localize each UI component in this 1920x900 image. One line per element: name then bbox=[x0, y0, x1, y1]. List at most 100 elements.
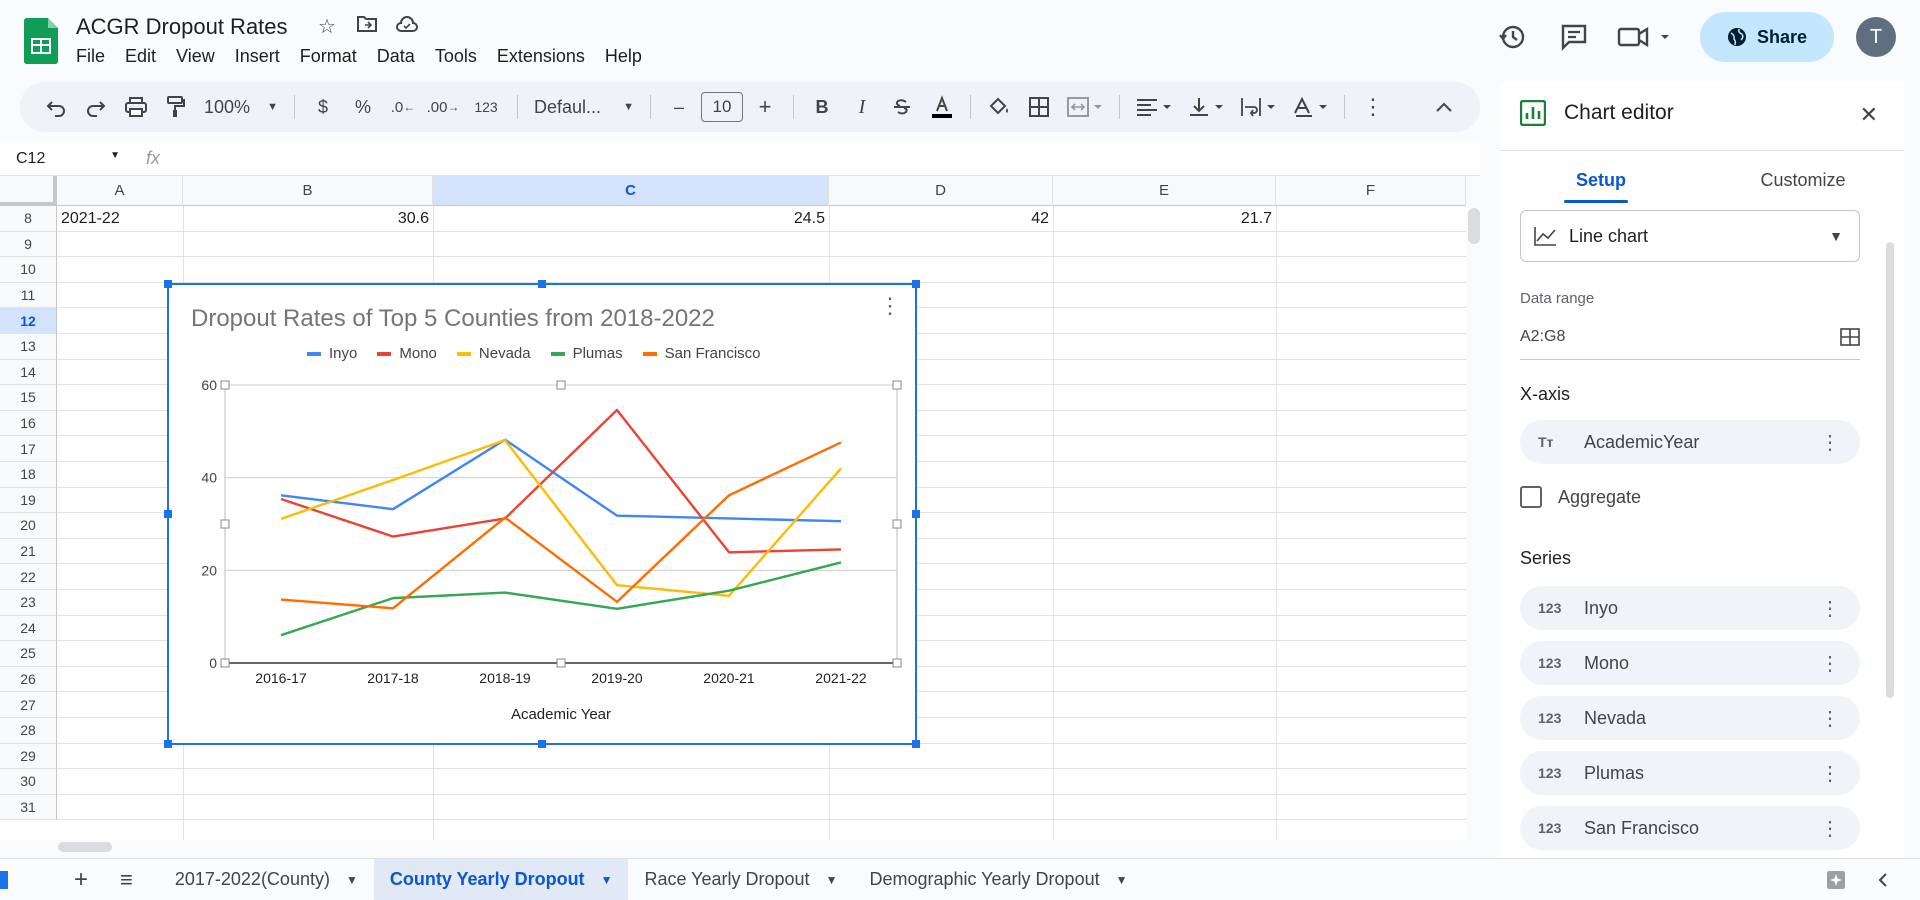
plot-resize-handle[interactable] bbox=[892, 380, 902, 390]
increase-decimal-button[interactable]: .00 → bbox=[425, 89, 461, 125]
menu-data[interactable]: Data bbox=[377, 46, 415, 67]
vertical-scrollbar[interactable] bbox=[1468, 208, 1480, 244]
row-header-26[interactable]: 26 bbox=[0, 666, 57, 693]
series-item-mono[interactable]: 123 Mono ⋮ bbox=[1520, 641, 1860, 685]
share-button[interactable]: Share bbox=[1700, 12, 1834, 62]
select-all-corner[interactable] bbox=[0, 176, 57, 206]
text-rotation-icon[interactable] bbox=[1286, 89, 1334, 125]
font-select[interactable]: Defaul... ▼ bbox=[528, 89, 640, 125]
row-header-9[interactable]: 9 bbox=[0, 231, 57, 258]
plot-resize-handle[interactable] bbox=[892, 519, 902, 529]
grid-select-icon[interactable] bbox=[1840, 328, 1860, 346]
explore-icon[interactable] bbox=[1810, 859, 1862, 900]
data-range-input[interactable]: A2:G8 bbox=[1520, 328, 1860, 360]
plot-resize-handle[interactable] bbox=[556, 380, 566, 390]
decrease-font-size-button[interactable]: – bbox=[661, 89, 697, 125]
row-header-25[interactable]: 25 bbox=[0, 641, 57, 667]
series-item-inyo[interactable]: 123 Inyo ⋮ bbox=[1520, 586, 1860, 630]
sheet-tab-demographic-yearly-dropout[interactable]: Demographic Yearly Dropout ▼ bbox=[853, 859, 1143, 900]
menu-file[interactable]: File bbox=[76, 46, 105, 67]
row-header-29[interactable]: 29 bbox=[0, 743, 57, 770]
row-header-15[interactable]: 15 bbox=[0, 385, 57, 411]
more-options-icon[interactable]: ⋮ bbox=[1820, 706, 1840, 731]
horizontal-scrollbar[interactable] bbox=[58, 842, 112, 852]
all-sheets-icon[interactable]: ≡ bbox=[104, 859, 149, 900]
more-options-icon[interactable]: ⋮ bbox=[1820, 761, 1840, 786]
row-header-23[interactable]: 23 bbox=[0, 590, 57, 616]
menu-insert[interactable]: Insert bbox=[235, 46, 280, 67]
menu-tools[interactable]: Tools bbox=[435, 46, 477, 67]
plot-resize-handle[interactable] bbox=[220, 658, 230, 668]
tab-customize[interactable]: Customize bbox=[1702, 170, 1904, 201]
cell-d8[interactable]: 42 bbox=[829, 210, 1049, 228]
row-header-22[interactable]: 22 bbox=[0, 564, 57, 590]
row-header-24[interactable]: 24 bbox=[0, 615, 57, 642]
row-header-12[interactable]: 12 bbox=[0, 308, 57, 334]
more-options-icon[interactable]: ⋮ bbox=[1820, 651, 1840, 676]
redo-icon[interactable] bbox=[78, 89, 114, 125]
plot-resize-handle[interactable] bbox=[892, 658, 902, 668]
plot-resize-handle[interactable] bbox=[556, 658, 566, 668]
column-header-f[interactable]: F bbox=[1276, 176, 1466, 206]
column-header-b[interactable]: B bbox=[183, 176, 433, 206]
sheet-tab-race-yearly-dropout[interactable]: Race Yearly Dropout ▼ bbox=[628, 859, 853, 900]
row-header-31[interactable]: 31 bbox=[0, 794, 57, 821]
collapse-toolbar-icon[interactable] bbox=[1426, 89, 1462, 125]
sheet-tab-county-yearly-dropout[interactable]: County Yearly Dropout ▼ bbox=[373, 858, 629, 900]
row-header-20[interactable]: 20 bbox=[0, 513, 57, 539]
menu-extensions[interactable]: Extensions bbox=[497, 46, 585, 67]
meet-camera-icon[interactable] bbox=[1616, 17, 1678, 57]
row-header-8[interactable]: 8 bbox=[0, 206, 57, 232]
name-box[interactable]: C12 ▼ bbox=[0, 150, 128, 168]
font-size-input[interactable]: 10 bbox=[701, 92, 743, 122]
menu-format[interactable]: Format bbox=[300, 46, 357, 67]
merge-cells-icon[interactable] bbox=[1061, 89, 1109, 125]
column-header-a[interactable]: A bbox=[57, 176, 183, 206]
row-header-19[interactable]: 19 bbox=[0, 487, 57, 514]
comments-icon[interactable] bbox=[1554, 17, 1594, 57]
column-header-e[interactable]: E bbox=[1053, 176, 1276, 206]
more-options-icon[interactable]: ⋮ bbox=[1820, 430, 1840, 455]
collapse-side-panel-icon[interactable] bbox=[1862, 859, 1904, 900]
horizontal-align-icon[interactable] bbox=[1130, 89, 1178, 125]
increase-font-size-button[interactable]: + bbox=[747, 89, 783, 125]
column-header-d[interactable]: D bbox=[829, 176, 1053, 206]
tab-setup[interactable]: Setup bbox=[1500, 170, 1702, 201]
strikethrough-icon[interactable] bbox=[884, 89, 920, 125]
zoom-select[interactable]: 100% ▼ bbox=[198, 89, 284, 125]
more-options-icon[interactable]: ⋮ bbox=[1355, 89, 1391, 125]
aggregate-checkbox[interactable] bbox=[1520, 486, 1542, 508]
series-item-nevada[interactable]: 123 Nevada ⋮ bbox=[1520, 696, 1860, 740]
plot-resize-handle[interactable] bbox=[220, 519, 230, 529]
document-title[interactable]: ACGR Dropout Rates bbox=[76, 14, 288, 40]
chart-plot-area[interactable]: 0 20 40 60 2016-17 2017-18 2018-19 2019-20 2020-… bbox=[169, 285, 915, 743]
series-item-plumas[interactable]: 123 Plumas ⋮ bbox=[1520, 751, 1860, 795]
row-header-16[interactable]: 16 bbox=[0, 410, 57, 437]
text-wrapping-icon[interactable] bbox=[1234, 89, 1282, 125]
row-header-11[interactable]: 11 bbox=[0, 282, 57, 309]
xaxis-item[interactable]: Tᴛ AcademicYear ⋮ bbox=[1520, 420, 1860, 464]
row-header-30[interactable]: 30 bbox=[0, 769, 57, 795]
close-icon[interactable]: ✕ bbox=[1860, 102, 1878, 128]
vertical-align-icon[interactable] bbox=[1182, 89, 1230, 125]
undo-icon[interactable] bbox=[38, 89, 74, 125]
percent-format-button[interactable]: % bbox=[345, 89, 381, 125]
chart-type-select[interactable]: Line chart ▼ bbox=[1520, 210, 1860, 262]
editor-scrollbar[interactable] bbox=[1886, 242, 1894, 698]
row-header-14[interactable]: 14 bbox=[0, 359, 57, 386]
plot-resize-handle[interactable] bbox=[220, 380, 230, 390]
menu-edit[interactable]: Edit bbox=[125, 46, 156, 67]
row-header-13[interactable]: 13 bbox=[0, 334, 57, 360]
row-header-27[interactable]: 27 bbox=[0, 692, 57, 718]
row-header-17[interactable]: 17 bbox=[0, 436, 57, 462]
move-folder-icon[interactable] bbox=[354, 14, 380, 40]
borders-icon[interactable] bbox=[1021, 89, 1057, 125]
bold-button[interactable]: B bbox=[804, 89, 840, 125]
star-icon[interactable]: ☆ bbox=[314, 14, 340, 40]
decrease-decimal-button[interactable]: .0 ← bbox=[385, 89, 421, 125]
text-color-icon[interactable] bbox=[924, 89, 960, 125]
cell-a8[interactable]: 2021-22 bbox=[61, 210, 120, 228]
series-item-san-francisco[interactable]: 123 San Francisco ⋮ bbox=[1520, 806, 1860, 850]
number-format-button[interactable]: 123 bbox=[465, 89, 507, 125]
cloud-status-icon[interactable] bbox=[394, 14, 420, 40]
